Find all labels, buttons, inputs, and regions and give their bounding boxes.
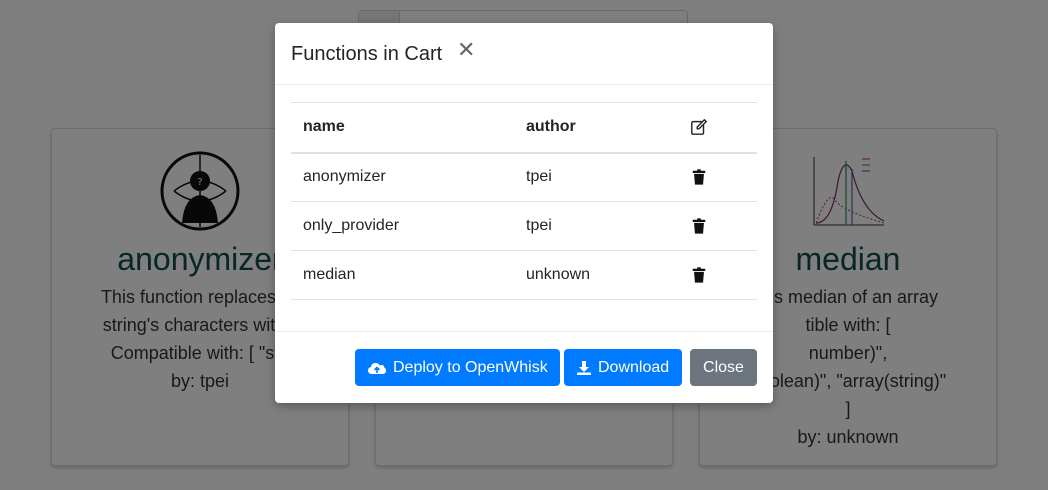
modal-body: name author anonymizer tpei only_provide… xyxy=(291,102,757,300)
modal-header: Functions in Cart ✕ xyxy=(275,23,773,85)
cloud-upload-icon xyxy=(368,362,386,374)
download-button[interactable]: Download xyxy=(564,349,682,386)
modal-title: Functions in Cart xyxy=(291,43,443,65)
trash-icon[interactable] xyxy=(690,217,708,235)
trash-icon[interactable] xyxy=(690,266,708,284)
download-button-label: Download xyxy=(598,358,670,376)
header-edit xyxy=(678,102,757,154)
cart-table: name author anonymizer tpei only_provide… xyxy=(291,102,757,300)
table-header-row: name author xyxy=(291,102,757,154)
edit-icon[interactable] xyxy=(690,118,708,136)
row-author: tpei xyxy=(514,201,678,251)
close-button-label: Close xyxy=(703,358,744,376)
modal-footer: Deploy to OpenWhisk Download Close xyxy=(275,331,773,403)
row-author: unknown xyxy=(514,250,678,300)
table-row: anonymizer tpei xyxy=(291,152,757,202)
close-button[interactable]: Close xyxy=(690,349,757,386)
header-author: author xyxy=(514,102,678,154)
cart-modal: Functions in Cart ✕ name author anonymiz… xyxy=(275,23,773,403)
row-name: median xyxy=(291,250,514,300)
row-name: only_provider xyxy=(291,201,514,251)
download-icon xyxy=(577,360,591,375)
table-row: median unknown xyxy=(291,250,757,300)
row-author: tpei xyxy=(514,152,678,202)
header-name: name xyxy=(291,102,514,154)
row-name: anonymizer xyxy=(291,152,514,202)
trash-icon[interactable] xyxy=(690,168,708,186)
row-action xyxy=(678,201,757,251)
row-action xyxy=(678,250,757,300)
row-action xyxy=(678,152,757,202)
close-icon[interactable]: ✕ xyxy=(457,40,475,62)
deploy-button[interactable]: Deploy to OpenWhisk xyxy=(355,349,560,386)
table-row: only_provider tpei xyxy=(291,201,757,251)
deploy-button-label: Deploy to OpenWhisk xyxy=(393,358,548,376)
